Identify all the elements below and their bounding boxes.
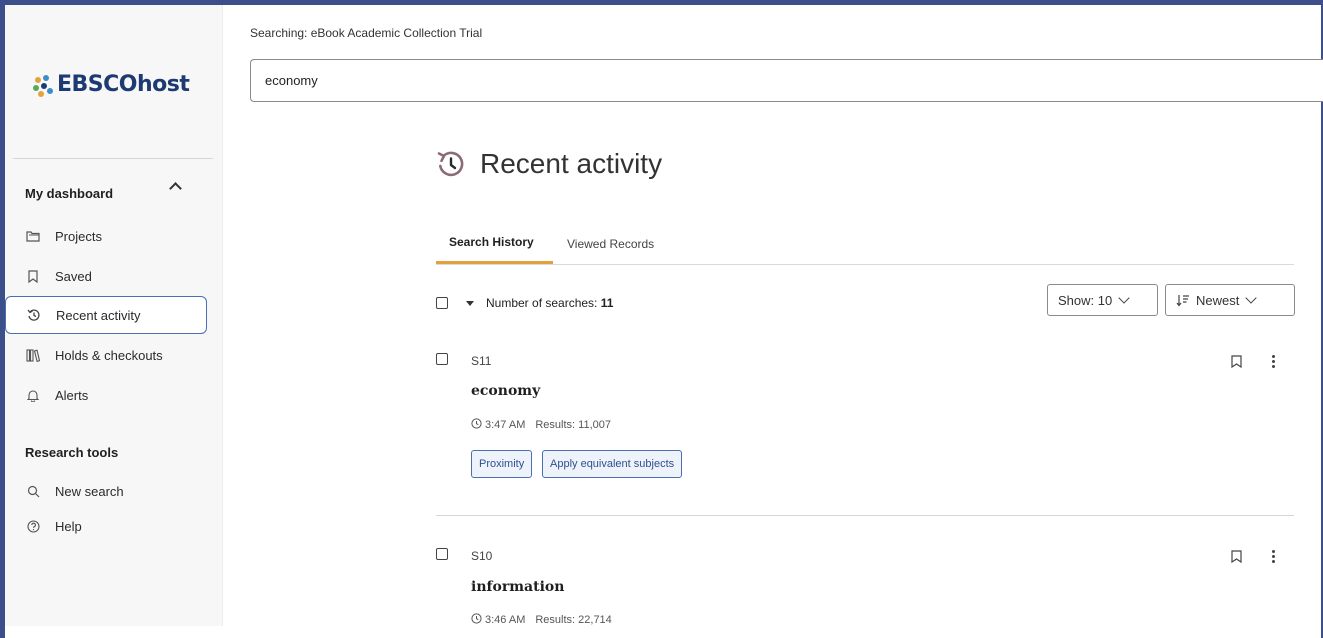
entry-results: Results: 11,007: [535, 419, 611, 431]
chevron-up-icon[interactable]: [169, 182, 182, 195]
history-icon: [26, 307, 42, 323]
entry-checkbox[interactable]: [436, 353, 448, 365]
sidebar-item-label: Alerts: [55, 387, 89, 403]
entry-results: Results: 22,714: [535, 614, 612, 626]
sidebar-item-alerts[interactable]: Alerts: [5, 376, 207, 414]
sidebar-item-recent-activity[interactable]: Recent activity: [5, 296, 207, 334]
folder-icon: [25, 228, 41, 244]
search-count-label: Number of searches:: [486, 296, 601, 310]
search-count-value: 11: [600, 296, 614, 310]
search-input-value: economy: [265, 73, 318, 88]
bookmark-icon: [25, 268, 41, 284]
dashboard-heading: My dashboard: [25, 186, 114, 201]
sort-select[interactable]: Newest: [1165, 284, 1295, 316]
search-input[interactable]: economy: [250, 59, 1323, 102]
tag-apply-equivalent-subjects[interactable]: Apply equivalent subjects: [542, 450, 683, 478]
select-all-checkbox[interactable]: [436, 297, 448, 309]
sidebar-item-saved[interactable]: Saved: [5, 257, 207, 295]
caret-down-icon[interactable]: [466, 301, 474, 306]
entry-search-term[interactable]: information: [471, 579, 564, 595]
sidebar-item-projects[interactable]: Projects: [5, 217, 207, 255]
more-options-icon[interactable]: [1272, 550, 1276, 565]
search-count: Number of searches: 11: [486, 296, 613, 310]
more-options-icon[interactable]: [1272, 355, 1276, 370]
sort-icon: [1176, 294, 1190, 307]
research-tools-heading: Research tools: [25, 445, 119, 460]
chevron-down-icon: [1118, 292, 1130, 304]
logo-mark-icon: [33, 74, 55, 97]
logo-text: EBSCOhost: [57, 72, 190, 97]
show-count-select[interactable]: Show: 10: [1047, 284, 1158, 316]
entry-time: 3:47 AM: [485, 419, 526, 431]
tab-search-history[interactable]: Search History: [436, 223, 553, 264]
sidebar-item-label: Holds & checkouts: [55, 347, 163, 363]
sidebar-item-new-search[interactable]: New search: [5, 472, 207, 510]
clock-icon: [471, 613, 482, 627]
sidebar-item-label: New search: [55, 483, 124, 499]
sidebar: EBSCOhost My dashboard Projects Saved Re…: [5, 5, 223, 626]
sort-label: Newest: [1196, 292, 1240, 308]
entry-checkbox[interactable]: [436, 548, 448, 560]
recent-activity-history-icon: [436, 149, 466, 179]
bookmark-icon[interactable]: [1231, 550, 1242, 564]
activity-tabs: Search History Viewed Records: [436, 223, 1294, 265]
sidebar-item-label: Projects: [55, 228, 102, 244]
search-icon: [25, 483, 41, 499]
entry-search-term[interactable]: economy: [471, 383, 540, 399]
entry-time: 3:46 AM: [485, 614, 526, 626]
entry-meta: 3:46 AM Results: 22,714: [471, 613, 612, 627]
entry-divider: [436, 515, 1294, 516]
sidebar-item-holds-checkouts[interactable]: Holds & checkouts: [5, 336, 207, 374]
entry-id: S10: [471, 549, 493, 563]
sidebar-item-label: Recent activity: [56, 307, 141, 323]
searching-database-label: Searching: eBook Academic Collection Tri…: [250, 26, 483, 40]
show-count-label: Show: 10: [1058, 292, 1113, 308]
sidebar-item-help[interactable]: Help: [5, 507, 207, 545]
page-title: Recent activity: [480, 148, 663, 179]
chevron-down-icon: [1245, 292, 1258, 304]
tag-proximity[interactable]: Proximity: [471, 450, 533, 478]
sidebar-item-label: Saved: [55, 268, 92, 284]
ebscohost-logo[interactable]: EBSCOhost: [33, 72, 190, 97]
entry-meta: 3:47 AM Results: 11,007: [471, 418, 611, 432]
help-icon: [25, 518, 41, 534]
sidebar-divider: [13, 158, 213, 159]
sidebar-item-label: Help: [55, 518, 82, 534]
bell-icon: [25, 387, 41, 403]
page-title-row: Recent activity: [436, 148, 662, 180]
tab-viewed-records[interactable]: Viewed Records: [567, 223, 654, 264]
books-icon: [25, 347, 41, 363]
clock-icon: [471, 418, 482, 432]
bookmark-icon[interactable]: [1231, 355, 1242, 369]
entry-id: S11: [471, 354, 492, 368]
